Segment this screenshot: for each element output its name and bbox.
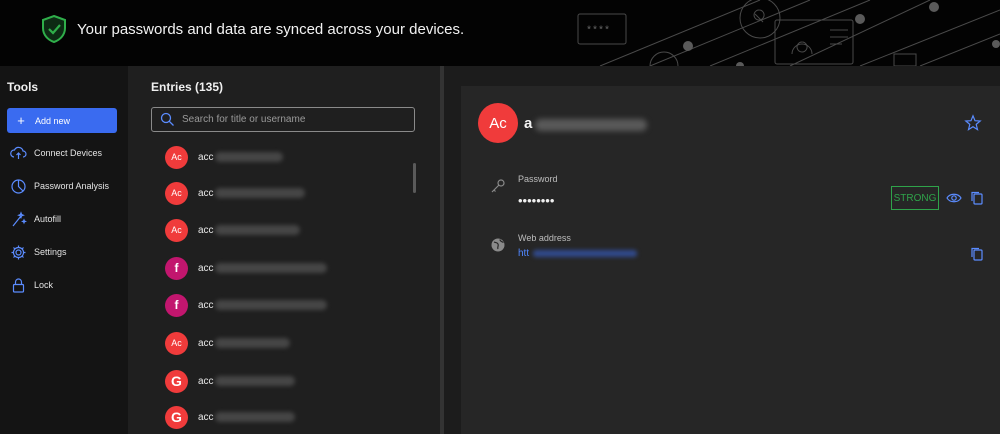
star-icon[interactable] [964,114,982,132]
magic-wand-icon [12,210,27,226]
search-box[interactable] [151,107,415,132]
redacted-text [214,263,327,273]
copy-icon[interactable] [969,246,985,262]
entry-name: acc [198,262,214,274]
redacted-text [533,250,637,257]
tools-title: Tools [7,80,39,94]
list-item[interactable]: f acc [165,256,405,280]
entries-panel: Entries (135) Ac acc Ac acc Ac acc f acc… [128,66,440,434]
entry-name: acc [198,187,214,199]
entries-title: Entries (135) [151,80,224,94]
entry-name: acc [198,411,214,423]
avatar: Ac [165,331,188,355]
avatar: G [165,405,188,429]
sidebar-item-label: Password Analysis [34,181,110,191]
sidebar-item-label: Settings [34,247,67,257]
avatar: Ac [478,103,518,143]
entry-title: a [524,115,533,132]
avatar: Ac [165,181,188,205]
redacted-text [214,412,295,422]
entry-name: acc [198,224,214,236]
banner-decoration: **** [577,0,1000,66]
entries-scrollbar[interactable] [413,163,416,193]
avatar: f [165,293,188,317]
tools-sidebar: Tools + Add new Connect Devices Password… [0,66,128,434]
sidebar-item-label: Autofill [34,214,62,224]
plus-icon: + [17,113,25,128]
sidebar-item-connect-devices[interactable]: Connect Devices [10,143,102,163]
list-item[interactable]: Ac acc [165,331,405,355]
banner-password-mask: **** [586,25,610,37]
search-input[interactable] [182,114,402,125]
sidebar-item-autofill[interactable]: Autofill [10,209,61,229]
copy-icon[interactable] [969,190,985,206]
globe-icon [491,238,505,252]
redacted-text [214,376,295,386]
sidebar-item-label: Connect Devices [34,148,103,158]
redacted-text [214,338,290,348]
sidebar-item-label: Lock [34,280,54,290]
entry-name: acc [198,337,214,349]
add-new-label: Add new [35,115,71,126]
redacted-text [214,225,300,235]
gear-icon [11,245,26,259]
search-icon [160,112,174,126]
entry-detail: Ac a Password •••••••• STRONG Web addres… [461,86,1000,434]
sidebar-item-lock[interactable]: Lock [10,275,53,295]
avatar: G [165,369,188,393]
sync-banner: Your passwords and data are synced acros… [0,0,1000,66]
add-new-button[interactable]: + Add new [7,108,117,133]
avatar: f [165,256,188,280]
redacted-text [214,300,327,310]
strength-badge: STRONG [891,186,939,210]
avatar: Ac [165,218,188,242]
list-item[interactable]: G acc [165,405,405,429]
eye-icon[interactable] [946,190,962,206]
entry-name: acc [198,299,214,311]
list-item[interactable]: G acc [165,369,405,393]
list-item[interactable]: f acc [165,293,405,317]
entry-name: acc [198,375,214,387]
cloud-sync-icon [10,146,27,159]
web-address-label: Web address [518,233,571,243]
key-icon [491,179,505,193]
lock-icon [12,277,25,293]
web-address-link[interactable]: htt [518,248,529,259]
entry-name: acc [198,151,214,163]
password-value: •••••••• [518,193,555,208]
list-item[interactable]: Ac acc [165,145,405,169]
redacted-text [535,119,647,131]
password-label: Password [518,174,558,184]
list-item[interactable]: Ac acc [165,218,405,242]
shield-check-icon [42,15,66,43]
redacted-text [214,152,283,162]
redacted-text [214,188,305,198]
sidebar-item-settings[interactable]: Settings [10,242,67,262]
pie-chart-icon [11,178,26,194]
avatar: Ac [165,145,188,169]
list-item[interactable]: Ac acc [165,181,405,205]
banner-message: Your passwords and data are synced acros… [77,21,465,38]
sidebar-item-password-analysis[interactable]: Password Analysis [10,176,109,196]
